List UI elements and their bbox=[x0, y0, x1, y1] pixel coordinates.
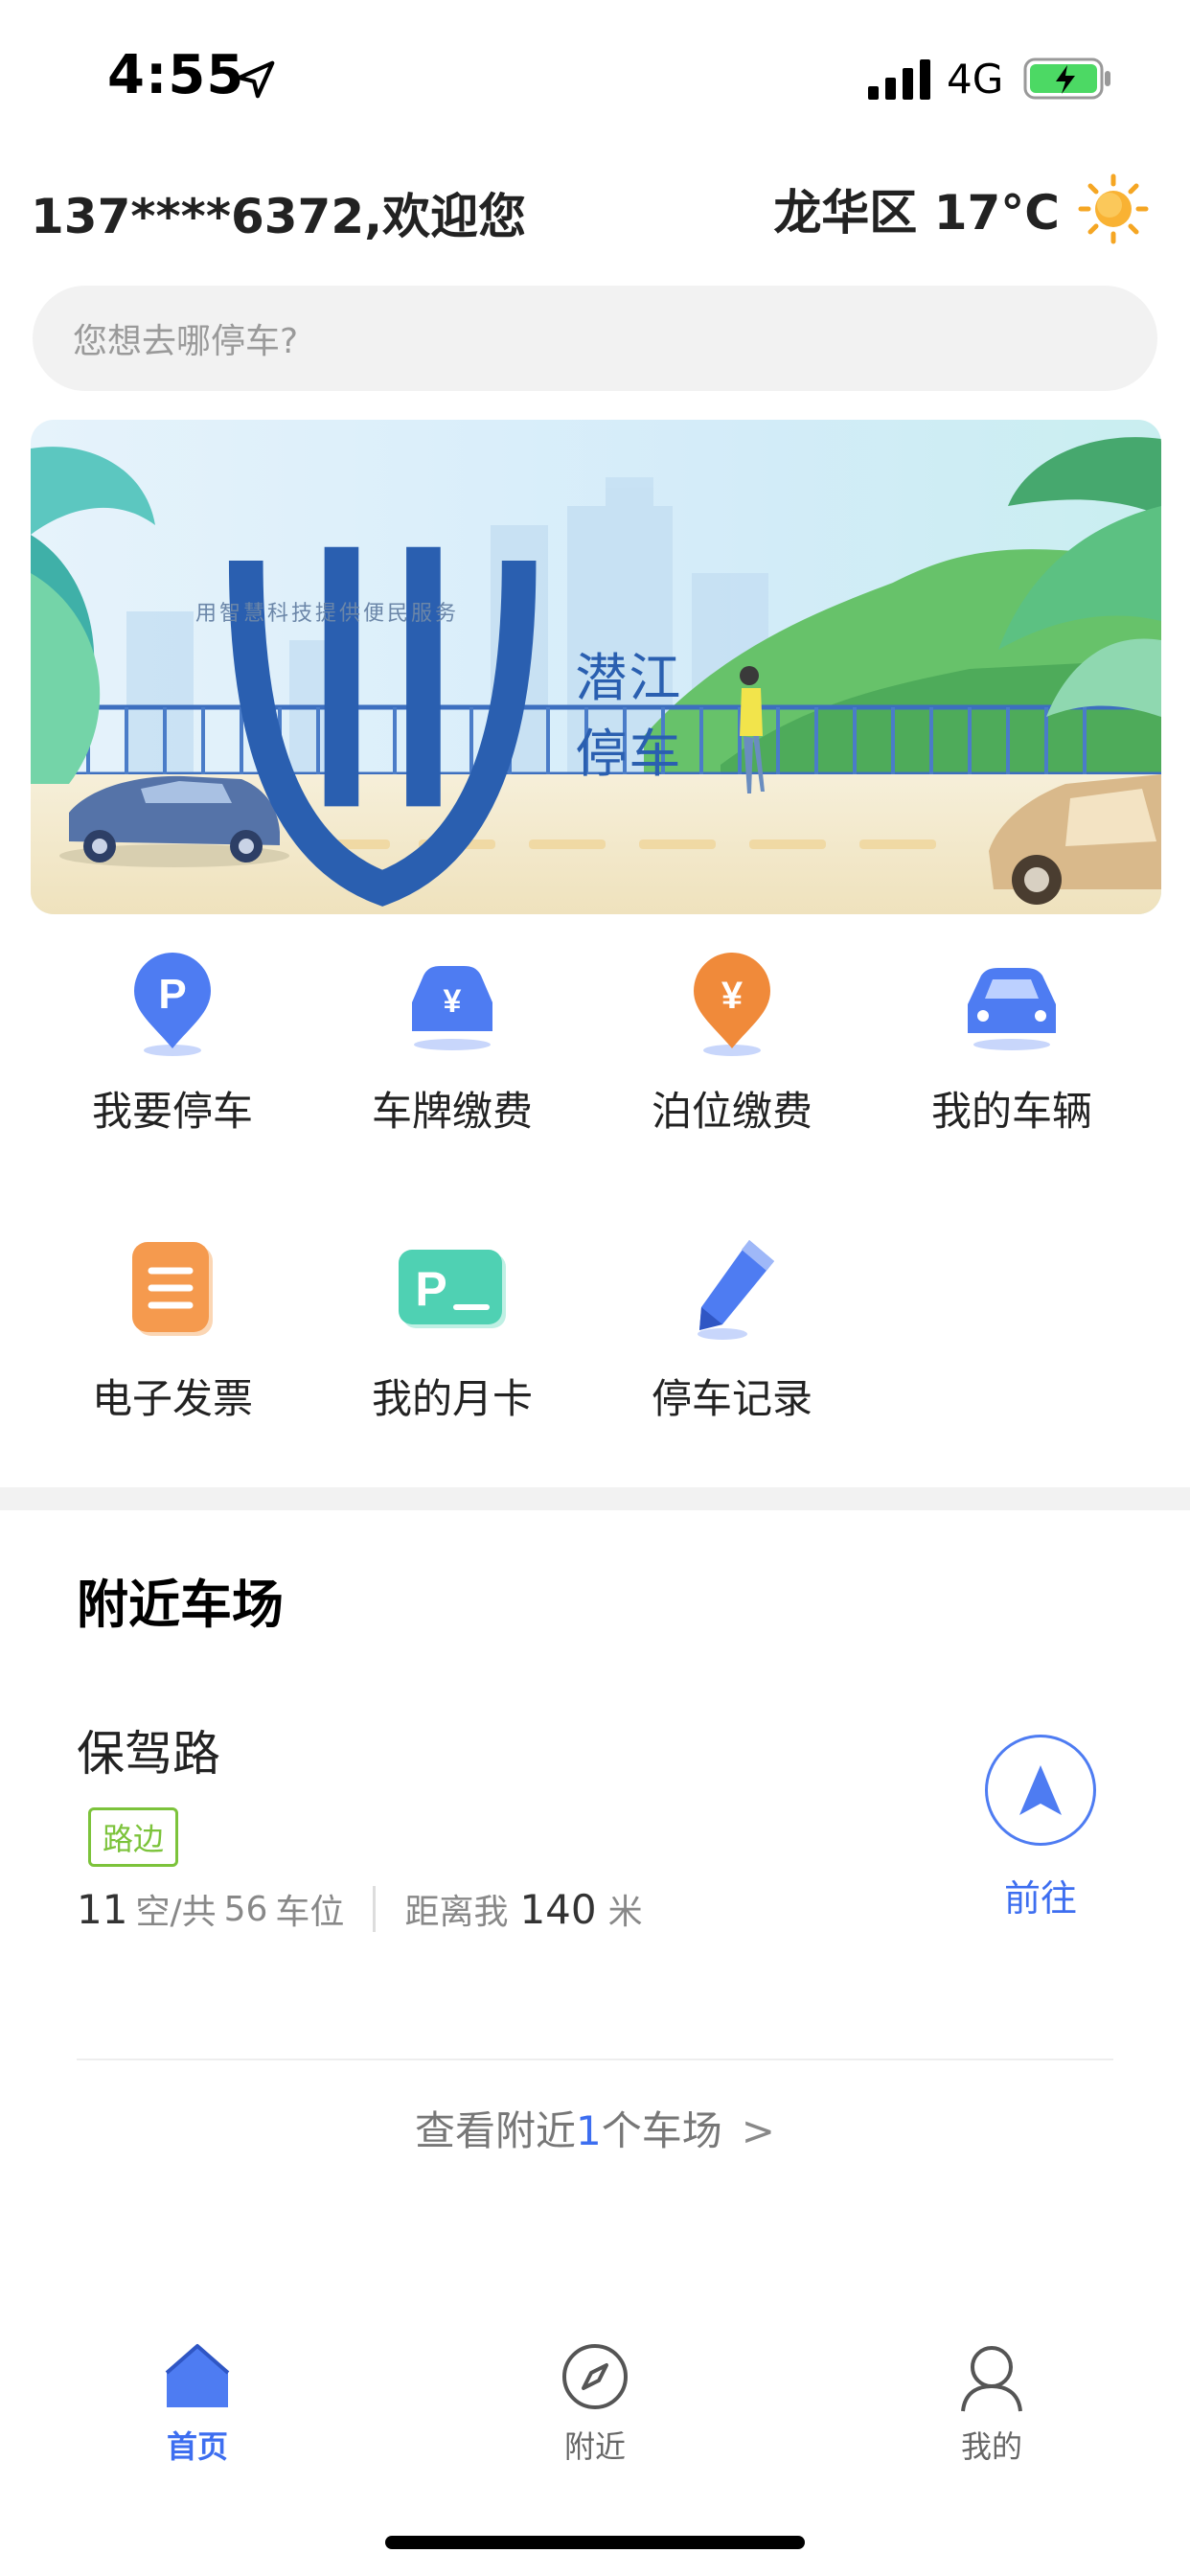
network-type: 4G bbox=[947, 56, 1004, 103]
view-more-link[interactable]: 查看附近1个车场 > bbox=[0, 2099, 1190, 2157]
sun-icon bbox=[1078, 173, 1149, 244]
section-divider bbox=[0, 1487, 1190, 1510]
distance-value: 140 bbox=[519, 1885, 597, 1933]
tab-nearby[interactable]: 附近 bbox=[499, 2338, 691, 2467]
svg-text:P: P bbox=[415, 1262, 446, 1316]
svg-text:¥: ¥ bbox=[444, 983, 462, 1020]
pencil-record-icon bbox=[698, 1240, 774, 1340]
lot-stats: 11 空 /共 56 车位 距离我 140 米 bbox=[77, 1884, 643, 1934]
search-input[interactable]: 您想去哪停车? bbox=[33, 286, 1157, 391]
plate-payment-icon: ¥ bbox=[412, 966, 492, 1050]
svg-text:P: P bbox=[158, 971, 186, 1018]
menu-item-park[interactable]: P 我要停车 bbox=[33, 945, 312, 1138]
free-spaces: 11 bbox=[77, 1885, 128, 1933]
distance-label: 距离我 bbox=[404, 1893, 509, 1932]
total-label: 车位 bbox=[275, 1893, 345, 1932]
brand-logo-icon bbox=[228, 546, 537, 907]
menu-item-my-vehicle[interactable]: 我的车辆 bbox=[872, 945, 1152, 1138]
chevron-right-icon: > bbox=[741, 2107, 775, 2154]
menu-label: 车牌缴费 bbox=[371, 1088, 533, 1135]
menu-item-berth-payment[interactable]: ¥ 泊位缴费 bbox=[592, 945, 872, 1138]
tab-label: 附近 bbox=[563, 2428, 626, 2465]
home-indicator bbox=[385, 2536, 805, 2549]
menu-label: 我的车辆 bbox=[930, 1088, 1092, 1135]
tab-home[interactable]: 首页 bbox=[102, 2338, 293, 2467]
parking-pin-icon: P bbox=[134, 953, 211, 1056]
weather-text: 龙华区 17°C bbox=[773, 185, 1060, 241]
more-count: 1 bbox=[576, 2107, 602, 2154]
menu-label: 泊位缴费 bbox=[651, 1088, 812, 1135]
menu-item-plate-payment[interactable]: ¥ 车牌缴费 bbox=[312, 945, 592, 1138]
total-prefix: /共 bbox=[170, 1893, 217, 1932]
cellular-signal-icon bbox=[868, 59, 930, 100]
promo-banner[interactable]: 潜江停车 用智慧科技提供便民服务 bbox=[31, 420, 1161, 914]
search-placeholder: 您想去哪停车? bbox=[73, 322, 299, 361]
menu-item-parking-record[interactable]: 停车记录 bbox=[592, 1232, 872, 1425]
brand-slogan: 用智慧科技提供便民服务 bbox=[195, 602, 460, 626]
invoice-icon bbox=[132, 1242, 213, 1336]
status-time: 4:55 bbox=[107, 44, 245, 106]
menu-label: 我要停车 bbox=[91, 1088, 253, 1135]
menu-item-e-invoice[interactable]: 电子发票 bbox=[33, 1232, 312, 1425]
tab-profile[interactable]: 我的 bbox=[896, 2338, 1087, 2467]
tab-label: 首页 bbox=[166, 2428, 228, 2465]
home-icon bbox=[165, 2344, 230, 2407]
free-label: 空 bbox=[135, 1893, 171, 1932]
status-bar: 4:55 4G bbox=[0, 0, 1190, 144]
weather-widget: 龙华区 17°C bbox=[773, 172, 1150, 245]
more-prefix: 查看附近 bbox=[415, 2107, 577, 2154]
location-arrow-icon bbox=[237, 60, 275, 99]
welcome-text: 137****6372,欢迎您 bbox=[31, 189, 527, 244]
more-suffix: 个车场 bbox=[601, 2107, 722, 2154]
lot-type-badge: 路边 bbox=[88, 1807, 179, 1867]
svg-text:¥: ¥ bbox=[721, 975, 744, 1017]
navigate-button[interactable] bbox=[985, 1735, 1096, 1846]
brand-name: 潜江停车 bbox=[575, 647, 683, 784]
banner-brand: 潜江停车 bbox=[205, 506, 722, 914]
stats-separator bbox=[373, 1886, 377, 1932]
navigation-arrow-icon bbox=[1019, 1765, 1062, 1815]
menu-label: 电子发票 bbox=[91, 1375, 253, 1422]
lot-name: 保驾路 bbox=[77, 1726, 220, 1782]
berth-payment-icon: ¥ bbox=[694, 953, 770, 1056]
battery-charging-icon bbox=[1023, 58, 1110, 100]
car-icon bbox=[968, 968, 1056, 1050]
total-spaces: 56 bbox=[223, 1889, 268, 1929]
list-divider bbox=[77, 2058, 1113, 2060]
menu-label: 停车记录 bbox=[651, 1375, 812, 1422]
nearby-title: 附近车场 bbox=[77, 1575, 284, 1635]
compass-icon bbox=[562, 2344, 628, 2409]
menu-label: 我的月卡 bbox=[371, 1375, 533, 1422]
menu-item-monthly-card[interactable]: P 我的月卡 bbox=[312, 1232, 592, 1425]
tab-label: 我的 bbox=[960, 2428, 1022, 2465]
user-icon bbox=[961, 2346, 1022, 2412]
distance-unit: 米 bbox=[607, 1893, 643, 1932]
navigate-label[interactable]: 前往 bbox=[1004, 1869, 1077, 1921]
monthly-card-icon: P bbox=[399, 1250, 506, 1328]
